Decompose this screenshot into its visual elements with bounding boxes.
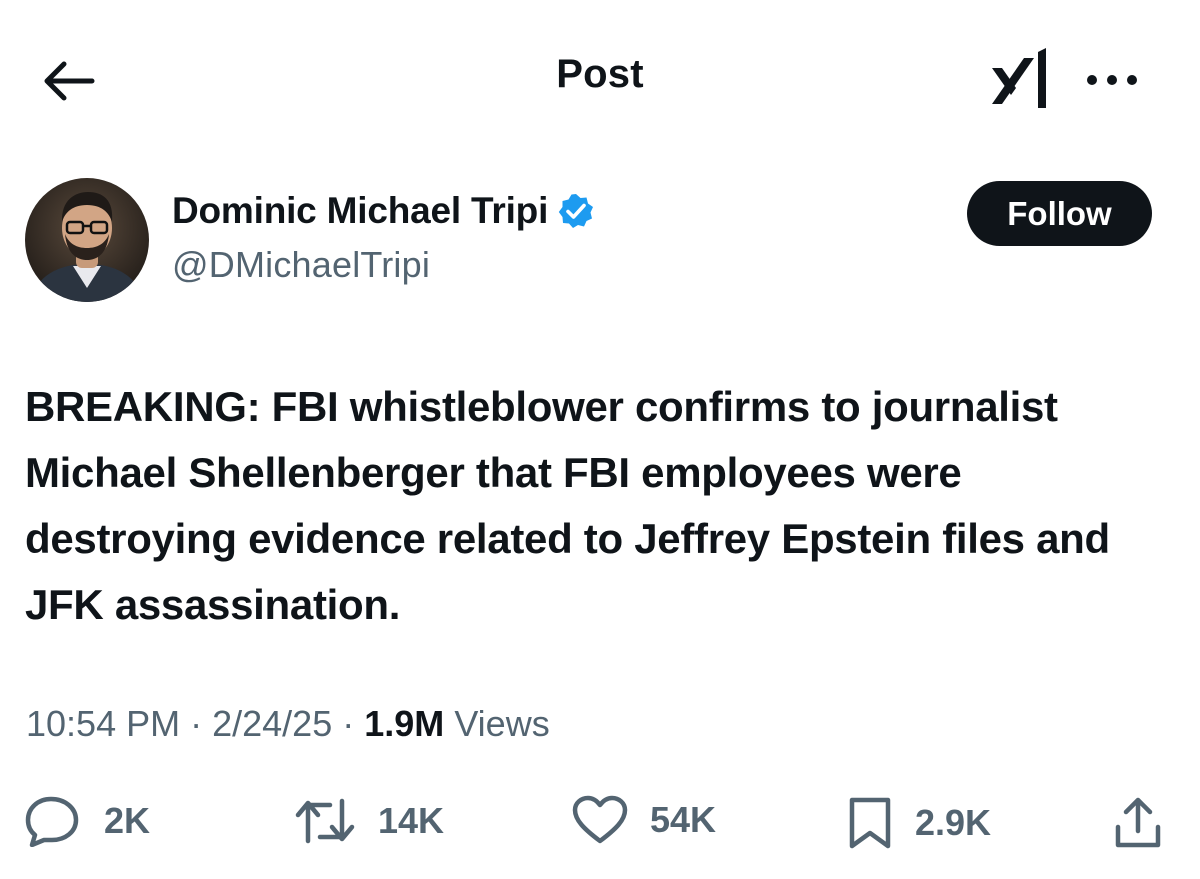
repost-icon	[295, 798, 355, 844]
bookmark-count: 2.9K	[915, 802, 992, 843]
repost-count: 14K	[378, 800, 445, 841]
verified-badge-icon	[558, 194, 594, 228]
meta-separator: ·	[190, 703, 213, 744]
tweet-meta: 10:54 PM · 2/24/25 · 1.9M Views	[26, 703, 550, 745]
repost-button[interactable]: 14K	[294, 795, 444, 847]
more-button[interactable]	[1082, 58, 1142, 102]
grok-button[interactable]	[988, 46, 1052, 114]
reply-icon	[25, 796, 79, 847]
more-horizontal-icon	[1087, 75, 1137, 85]
views-count: 1.9M	[364, 703, 445, 744]
avatar-image	[25, 178, 149, 302]
bookmark-button[interactable]: 2.9K	[847, 795, 991, 851]
bookmark-icon	[849, 797, 891, 849]
reply-button[interactable]: 2K	[24, 795, 150, 847]
author-name-row[interactable]: Dominic Michael Tripi	[172, 190, 594, 232]
share-button[interactable]	[1110, 795, 1166, 851]
like-button[interactable]: 54K	[572, 795, 716, 845]
heart-icon	[572, 795, 628, 844]
tweet-text: BREAKING: FBI whistleblower confirms to …	[25, 383, 1110, 628]
author-handle[interactable]: @DMichaelTripi	[172, 244, 430, 286]
follow-button[interactable]: Follow	[967, 181, 1152, 246]
reply-count: 2K	[104, 800, 151, 841]
tweet-date[interactable]: 2/24/25	[212, 703, 332, 744]
author-display-name: Dominic Michael Tripi	[172, 190, 549, 231]
grok-logo-icon	[992, 48, 1046, 108]
views-label: Views	[454, 703, 550, 744]
tweet-time[interactable]: 10:54 PM	[26, 703, 180, 744]
like-count: 54K	[650, 799, 717, 840]
meta-separator: ·	[342, 703, 365, 744]
share-icon	[1115, 797, 1161, 848]
avatar[interactable]	[25, 178, 149, 302]
